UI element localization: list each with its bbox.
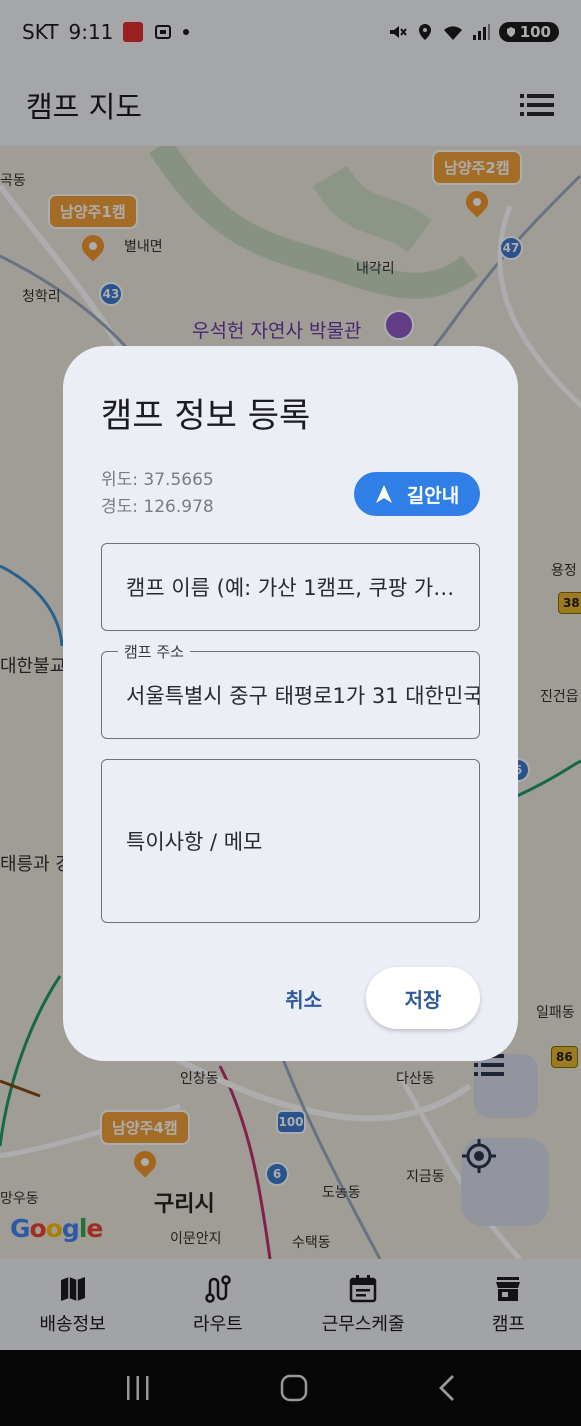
camp-address-field[interactable]: 캠프 주소 서울특별시 중구 태평로1가 31 대한민국: [101, 641, 480, 739]
coords-row: 위도: 37.5665 경도: 126.978 길안내: [101, 467, 480, 521]
camp-address-value: 서울특별시 중구 태평로1가 31 대한민국: [126, 684, 479, 708]
camp-register-dialog: 캠프 정보 등록 위도: 37.5665 경도: 126.978 길안내 캠프 …: [63, 346, 518, 1061]
navigation-arrow-icon: [375, 485, 392, 503]
camp-name-field[interactable]: 캠프 이름 (예: 가산 1캠프, 쿠팡 가산): [101, 543, 480, 631]
longitude-text: 경도: 126.978: [101, 497, 214, 517]
camp-name-placeholder: 캠프 이름 (예: 가산 1캠프, 쿠팡 가산): [126, 576, 461, 600]
dialog-title: 캠프 정보 등록: [101, 396, 311, 436]
memo-placeholder: 특이사항 / 메모: [126, 830, 263, 854]
navigation-button[interactable]: 길안내: [354, 472, 480, 516]
camp-address-label: 캠프 주소: [118, 641, 190, 662]
save-button[interactable]: 저장: [366, 967, 480, 1029]
cancel-button[interactable]: 취소: [263, 974, 344, 1023]
coordinates: 위도: 37.5665 경도: 126.978: [101, 467, 214, 521]
latitude-text: 위도: 37.5665: [101, 470, 214, 490]
memo-field[interactable]: 특이사항 / 메모: [101, 759, 480, 923]
dialog-actions: 취소 저장: [101, 967, 480, 1029]
navigation-button-label: 길안내: [406, 484, 460, 507]
